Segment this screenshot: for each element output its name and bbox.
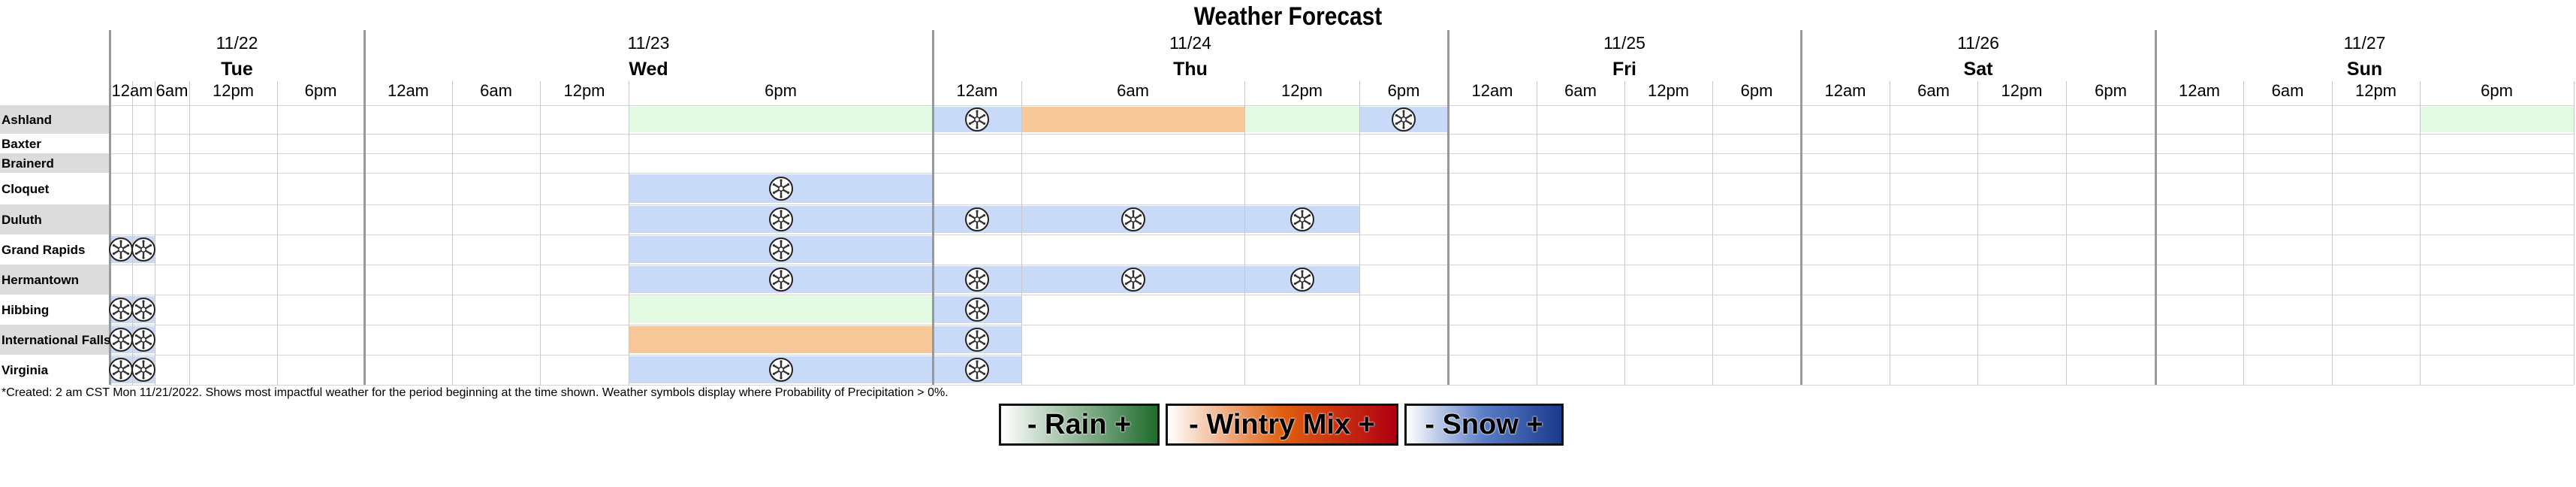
period-divider	[540, 81, 541, 385]
snowflake-icon	[768, 237, 793, 262]
hour-label: 12pm	[2001, 81, 2043, 100]
snowflake-icon	[965, 328, 989, 352]
location-label: Brainerd	[2, 156, 54, 171]
date-label: 11/22	[216, 33, 258, 53]
snowflake-icon	[768, 358, 793, 382]
hour-label: 12am	[956, 81, 998, 100]
location-label: Duluth	[2, 212, 42, 227]
period-divider	[2243, 81, 2244, 385]
row-divider	[110, 234, 2574, 235]
row-divider	[110, 105, 2574, 106]
location-label: Grand Rapids	[2, 242, 86, 257]
location-label: Baxter	[2, 136, 41, 151]
snowflake-icon	[965, 268, 989, 292]
period-divider	[2332, 81, 2333, 385]
row-divider	[110, 173, 2574, 174]
snowflake-icon	[1290, 268, 1314, 292]
row-divider	[110, 204, 2574, 205]
date-label: 11/23	[627, 33, 670, 53]
period-divider	[277, 81, 278, 385]
snowflake-icon	[1290, 207, 1314, 231]
period-divider	[452, 81, 453, 385]
snowflake-icon	[131, 328, 155, 352]
day-label: Sun	[2346, 59, 2383, 80]
snowflake-icon	[768, 207, 793, 231]
snowflake-icon	[965, 298, 989, 322]
day-label: Thu	[1173, 59, 1208, 80]
hour-label: 12pm	[2354, 81, 2397, 100]
date-label: 11/26	[1957, 33, 1999, 53]
hour-label: 6am	[1117, 81, 1149, 100]
date-label: 11/24	[1169, 33, 1211, 53]
legend: - Rain + - Wintry Mix + - Snow +	[999, 404, 1564, 446]
hour-label: 12am	[1824, 81, 1866, 100]
row-divider	[110, 385, 2574, 386]
hour-label: 6am	[155, 81, 189, 100]
hour-label: 6pm	[2095, 81, 2127, 100]
date-label: 11/27	[2343, 33, 2386, 53]
hour-label: 12pm	[1647, 81, 1690, 100]
snowflake-icon	[965, 207, 989, 231]
hour-label: 6pm	[765, 81, 797, 100]
legend-snow[interactable]: - Snow +	[1404, 404, 1564, 446]
location-label: International Falls	[2, 332, 111, 347]
day-label: Wed	[629, 59, 668, 80]
period-divider	[1244, 81, 1245, 385]
hour-label: 6pm	[1387, 81, 1420, 100]
snowflake-icon	[131, 358, 155, 382]
period-divider	[1712, 81, 1713, 385]
period-divider	[1359, 81, 1360, 385]
period-divider	[1977, 81, 1978, 385]
snowflake-icon	[131, 237, 155, 262]
location-label: Virginia	[2, 362, 49, 377]
location-label: Ashland	[2, 112, 53, 127]
snowflake-icon	[131, 298, 155, 322]
row-divider	[110, 153, 2574, 154]
forecast-cell-wintry-mix	[629, 326, 933, 353]
location-label: Hermantown	[2, 272, 79, 287]
snowflake-icon	[768, 177, 793, 201]
location-label: Hibbing	[2, 302, 50, 317]
hour-label: 6am	[1564, 81, 1597, 100]
period-divider	[2066, 81, 2067, 385]
legend-rain[interactable]: - Rain +	[999, 404, 1160, 446]
hour-label: 6pm	[2481, 81, 2513, 100]
day-label: Fri	[1612, 59, 1636, 80]
hour-label: 12pm	[563, 81, 605, 100]
hour-label: 12am	[111, 81, 153, 100]
day-label: Tue	[221, 59, 253, 80]
date-label: 11/25	[1603, 33, 1645, 53]
hour-label: 12pm	[212, 81, 255, 100]
forecast-cell-rain	[629, 107, 933, 132]
snowflake-icon	[1392, 107, 1416, 132]
period-divider	[1624, 81, 1625, 385]
hour-label: 6am	[480, 81, 512, 100]
hour-label: 12am	[2178, 81, 2221, 100]
row-divider	[110, 134, 2574, 135]
legend-wintry-mix[interactable]: - Wintry Mix +	[1166, 404, 1398, 446]
forecast-grid: 11/22 Tue 12am 6am 12pm 6pm 11/23 Wed 12am 6am 12p…	[0, 0, 2576, 391]
forecast-cell-rain	[2420, 107, 2574, 132]
snowflake-icon	[768, 268, 793, 292]
snowflake-icon	[1121, 207, 1145, 231]
snowflake-icon	[965, 107, 989, 132]
hour-label: 6am	[1917, 81, 1950, 100]
period-divider	[189, 81, 190, 385]
forecast-cell-rain	[1244, 107, 1359, 132]
hour-label: 6am	[2271, 81, 2304, 100]
hour-label: 12pm	[1280, 81, 1323, 100]
forecast-cell-rain	[629, 296, 933, 323]
forecast-cell-wintry-mix	[1021, 107, 1244, 132]
period-divider	[1021, 81, 1022, 385]
period-divider	[2420, 81, 2421, 385]
hour-label: 12am	[1471, 81, 1513, 100]
snowflake-icon	[965, 358, 989, 382]
day-label: Sat	[1963, 59, 1993, 80]
hour-label: 6pm	[1740, 81, 1773, 100]
footnote: *Created: 2 am CST Mon 11/21/2022. Shows…	[2, 386, 949, 399]
hour-label: 6pm	[304, 81, 337, 100]
location-label: Cloquet	[2, 181, 50, 196]
hour-label: 12am	[387, 81, 430, 100]
snowflake-icon	[1121, 268, 1145, 292]
